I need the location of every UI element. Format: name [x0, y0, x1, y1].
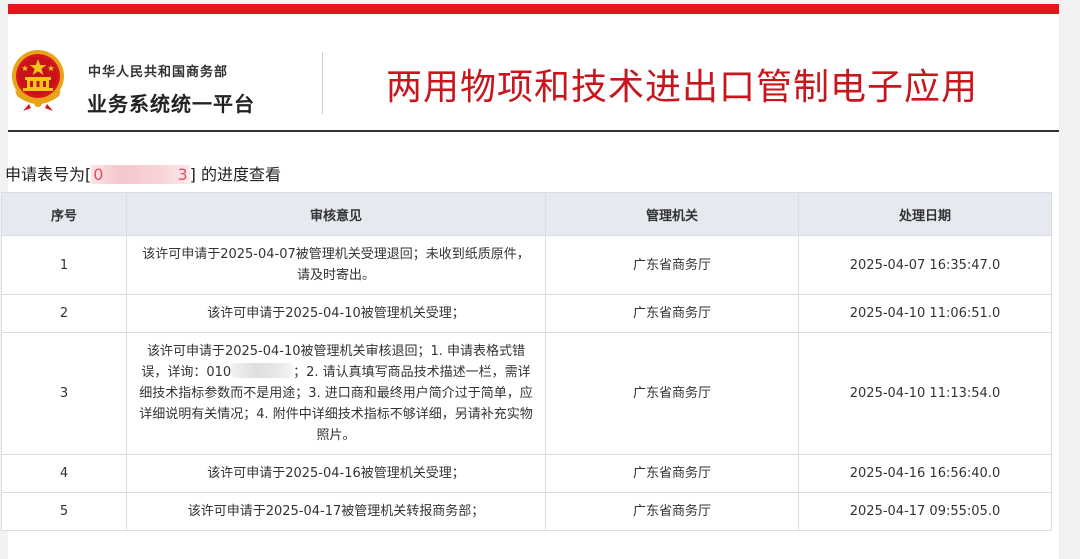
- table-row: 5 该许可申请于2025-04-17被管理机关转报商务部； 广东省商务厅 202…: [1, 492, 1052, 531]
- row-opinion: 该许可申请于2025-04-07被管理机关受理退回；未收到纸质原件，请及时寄出。: [126, 235, 546, 295]
- row-authority: 广东省商务厅: [545, 492, 799, 531]
- column-header-authority: 管理机关: [545, 192, 799, 236]
- masked-number-start: 0: [93, 165, 104, 184]
- row-date: 2025-04-16 16:56:40.0: [798, 454, 1052, 493]
- masked-application-number: 03: [91, 165, 190, 184]
- row-index: 2: [1, 294, 127, 333]
- row-index: 1: [1, 235, 127, 295]
- national-emblem-icon: [12, 50, 64, 111]
- site-header: 中华人民共和国商务部 业务系统统一平台 两用物项和技术进出口管制电子应用: [8, 14, 1059, 131]
- column-header-index: 序号: [1, 192, 127, 236]
- masked-number-end: 3: [177, 165, 188, 184]
- ministry-name: 中华人民共和国商务部: [88, 65, 229, 80]
- query-title-suffix: ] 的进度查看: [189, 165, 281, 184]
- row-date: 2025-04-17 09:55:05.0: [798, 492, 1052, 531]
- table-row: 1 该许可申请于2025-04-07被管理机关受理退回；未收到纸质原件，请及时寄…: [1, 235, 1052, 295]
- row-authority: 广东省商务厅: [545, 235, 799, 295]
- progress-table: 序号 审核意见 管理机关 处理日期 1 该许可申请于2025-04-07被管理机…: [1, 192, 1052, 531]
- row-index: 3: [1, 332, 127, 455]
- header-divider: [322, 52, 323, 114]
- header-bottom-rule: [8, 130, 1059, 132]
- row-index: 5: [1, 492, 127, 531]
- table-row: 4 该许可申请于2025-04-16被管理机关受理； 广东省商务厅 2025-0…: [1, 454, 1052, 493]
- blurred-phone-number: [231, 363, 294, 378]
- app-title: 两用物项和技术进出口管制电子应用: [386, 67, 979, 108]
- row-opinion: 该许可申请于2025-04-16被管理机关受理；: [126, 454, 546, 493]
- progress-query-title: 申请表号为[0 3] 的进度查看: [5, 161, 281, 185]
- row-authority: 广东省商务厅: [545, 332, 799, 455]
- row-date: 2025-04-10 11:13:54.0: [798, 332, 1052, 455]
- platform-name: 业务系统统一平台: [87, 92, 255, 116]
- top-red-bar: [8, 4, 1059, 14]
- column-header-date: 处理日期: [798, 192, 1052, 236]
- table-header-row: 序号 审核意见 管理机关 处理日期: [1, 192, 1052, 236]
- table-row: 3 该许可申请于2025-04-10被管理机关审核退回；1. 申请表格式错误，详…: [1, 332, 1052, 455]
- query-title-prefix: 申请表号为[: [5, 165, 92, 184]
- row-opinion: 该许可申请于2025-04-10被管理机关受理；: [126, 294, 546, 333]
- row-date: 2025-04-10 11:06:51.0: [798, 294, 1052, 333]
- row-index: 4: [1, 454, 127, 493]
- row-opinion: 该许可申请于2025-04-17被管理机关转报商务部；: [126, 492, 546, 531]
- row-opinion: 该许可申请于2025-04-10被管理机关审核退回；1. 申请表格式错误，详询：…: [126, 332, 546, 455]
- row-authority: 广东省商务厅: [545, 454, 799, 493]
- row-date: 2025-04-07 16:35:47.0: [798, 235, 1052, 295]
- row-authority: 广东省商务厅: [545, 294, 799, 333]
- table-row: 2 该许可申请于2025-04-10被管理机关受理； 广东省商务厅 2025-0…: [1, 294, 1052, 333]
- column-header-opinion: 审核意见: [126, 192, 546, 236]
